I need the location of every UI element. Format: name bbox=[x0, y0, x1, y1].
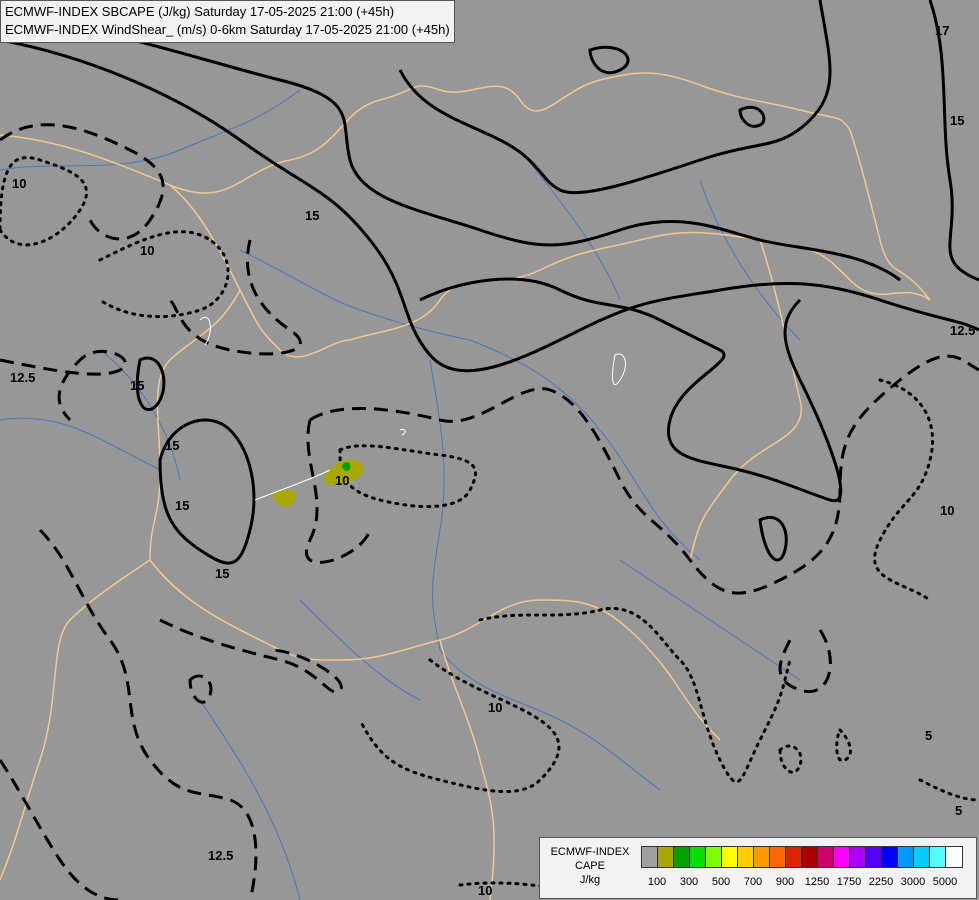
legend-variable: CAPE bbox=[575, 860, 605, 872]
contour-label: 17 bbox=[935, 23, 949, 38]
legend-swatch bbox=[786, 847, 802, 867]
legend-unit: J/kg bbox=[579, 874, 601, 886]
legend-tick-label: 1750 bbox=[836, 876, 862, 888]
legend-title: ECMWF-INDEX CAPE J/kg bbox=[544, 845, 636, 887]
weather-map: 10 15 15 10 12.5 15 15 15 10 12.5 10 10 … bbox=[0, 0, 979, 900]
contour-label: 10 bbox=[488, 700, 502, 715]
map-title-box: ECMWF-INDEX SBCAPE (J/kg) Saturday 17-05… bbox=[0, 0, 455, 43]
legend-tick-label: 3000 bbox=[900, 876, 926, 888]
contour-label: 5 bbox=[955, 803, 962, 818]
legend-tick-label: 5000 bbox=[932, 876, 958, 888]
contour-label: 12.5 bbox=[950, 323, 975, 338]
legend-swatch bbox=[642, 847, 658, 867]
legend-swatch bbox=[930, 847, 946, 867]
contour-label: 12.5 bbox=[208, 848, 233, 863]
legend-swatch bbox=[866, 847, 882, 867]
legend-swatch bbox=[674, 847, 690, 867]
legend-swatch bbox=[754, 847, 770, 867]
contour-label: 15 bbox=[165, 438, 179, 453]
legend-swatch bbox=[898, 847, 914, 867]
contour-label: 5 bbox=[925, 728, 932, 743]
contour-label: 15 bbox=[305, 208, 319, 223]
legend-tick-label: 900 bbox=[775, 876, 795, 888]
legend-swatch bbox=[882, 847, 898, 867]
cape-legend: ECMWF-INDEX CAPE J/kg 100 300 500 700 900 125… bbox=[539, 837, 977, 899]
windshear-title: ECMWF-INDEX WindShear_ (m/s) 0-6km Satur… bbox=[5, 22, 450, 37]
legend-swatch bbox=[802, 847, 818, 867]
contour-label: 10 bbox=[478, 883, 492, 898]
contour-label: 15 bbox=[130, 378, 144, 393]
legend-swatch bbox=[914, 847, 930, 867]
contour-label: 10 bbox=[140, 243, 154, 258]
contour-label: 10 bbox=[940, 503, 954, 518]
legend-ticks: 100 300 500 700 900 1250 1750 2250 3000 5000 bbox=[641, 876, 971, 890]
legend-swatch bbox=[722, 847, 738, 867]
legend-source: ECMWF-INDEX bbox=[550, 846, 630, 858]
legend-tick-label: 1250 bbox=[804, 876, 830, 888]
legend-tick-label: 300 bbox=[679, 876, 699, 888]
contour-label: 12.5 bbox=[10, 370, 35, 385]
legend-tick-label: 500 bbox=[711, 876, 731, 888]
legend-swatch bbox=[850, 847, 866, 867]
legend-tick-label: 100 bbox=[647, 876, 667, 888]
legend-swatch bbox=[738, 847, 754, 867]
legend-color-scale bbox=[641, 846, 963, 868]
contour-label: 15 bbox=[950, 113, 964, 128]
legend-swatch bbox=[706, 847, 722, 867]
legend-tick-label: 700 bbox=[743, 876, 763, 888]
contour-label: 15 bbox=[175, 498, 189, 513]
contour-label: 15 bbox=[215, 566, 229, 581]
legend-swatch bbox=[690, 847, 706, 867]
contour-label: 10 bbox=[335, 473, 349, 488]
legend-swatch bbox=[658, 847, 674, 867]
legend-swatch bbox=[818, 847, 834, 867]
legend-swatch bbox=[946, 847, 962, 867]
cape-title: ECMWF-INDEX SBCAPE (J/kg) Saturday 17-05… bbox=[5, 4, 395, 19]
contour-label: 10 bbox=[12, 176, 26, 191]
legend-tick-label: 2250 bbox=[868, 876, 894, 888]
legend-swatch bbox=[770, 847, 786, 867]
legend-swatch bbox=[834, 847, 850, 867]
